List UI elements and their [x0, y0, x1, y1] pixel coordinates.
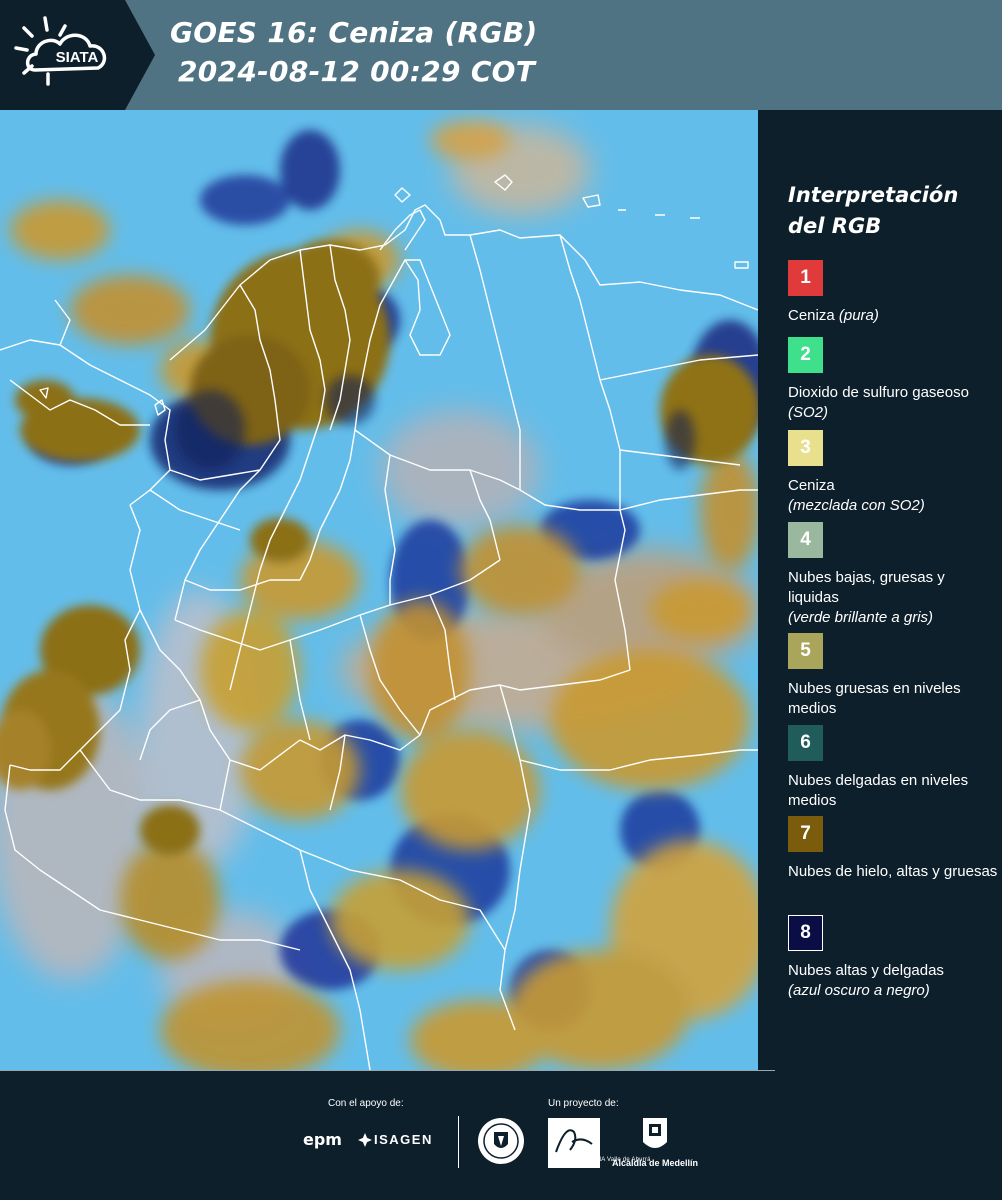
university-seal-icon: [478, 1118, 524, 1164]
legend-note-3: (mezclada con SO2): [788, 497, 925, 514]
legend-item-5: 5 Nubes gruesas en niveles medios: [788, 633, 998, 719]
support-label: Con el apoyo de:: [328, 1098, 404, 1109]
siata-logo-text: SIATA: [56, 49, 99, 66]
legend-item-2: 2 Dioxido de sulfuro gaseoso (SO2): [788, 337, 998, 423]
legend-item-3: 3 Ceniza (mezclada con SO2): [788, 430, 998, 516]
legend-swatch-7: 7: [788, 816, 823, 852]
legend-swatch-2: 2: [788, 337, 823, 373]
legend-label-4: Nubes bajas, gruesas y liquidas: [788, 569, 945, 606]
epm-logo: epm: [303, 1130, 342, 1149]
legend-label-8: Nubes altas y delgadas: [788, 962, 944, 979]
alcaldia-shield-icon: [643, 1118, 667, 1148]
legend-title: Interpretación del RGB: [788, 183, 959, 238]
legend-swatch-3: 3: [788, 430, 823, 466]
legend-label-7: Nubes de hielo, altas y gruesas: [788, 863, 998, 880]
legend-label-1: Ceniza: [788, 307, 835, 324]
siata-logo: SIATA: [0, 0, 155, 110]
legend-swatch-6: 6: [788, 725, 823, 761]
isagen-logo: ISAGEN: [374, 1132, 433, 1147]
legend-item-8: 8 Nubes altas y delgadas (azul oscuro a n…: [788, 915, 998, 1001]
product-title: GOES 16: Ceniza (RGB): [170, 16, 538, 49]
legend-label-3: Ceniza: [788, 477, 835, 494]
legend-item-4: 4 Nubes bajas, gruesas y liquidas (verde …: [788, 522, 998, 628]
isagen-mark-icon: [358, 1133, 372, 1147]
header-banner: SIATA GOES 16: Ceniza (RGB) 2024-08-12 0…: [0, 0, 1002, 110]
legend-label-6: Nubes delgadas en niveles medios: [788, 772, 969, 809]
legend-label-5: Nubes gruesas en niveles medios: [788, 680, 961, 717]
footer-rule: [0, 1070, 775, 1071]
legend-note-2: (SO2): [788, 404, 829, 421]
legend-swatch-1: 1: [788, 260, 823, 296]
project-label: Un proyecto de:: [548, 1098, 619, 1109]
legend-swatch-5: 5: [788, 633, 823, 669]
legend-item-7: 7 Nubes de hielo, altas y gruesas: [788, 816, 998, 882]
product-timestamp: 2024-08-12 00:29 COT: [178, 55, 536, 88]
legend-note-8: (azul oscuro a negro): [788, 982, 930, 999]
footer: Con el apoyo de: Un proyecto de: epm ISA…: [0, 1070, 1002, 1200]
legend-label-2: Dioxido de sulfuro gaseoso: [788, 384, 969, 401]
legend-swatch-4: 4: [788, 522, 823, 558]
legend-note-1: (pura): [838, 307, 879, 324]
legend-item-6: 6 Nubes delgadas en niveles medios: [788, 725, 998, 811]
satellite-ash-rgb-map: [0, 110, 758, 1070]
rgb-legend: Interpretación del RGB 1 Ceniza (pura) 2…: [758, 110, 1002, 1070]
footer-divider: [458, 1116, 459, 1168]
legend-item-1: 1 Ceniza (pura): [788, 260, 998, 326]
legend-swatch-8: 8: [788, 915, 823, 951]
alcaldia-label: Alcaldía de Medellín: [612, 1158, 699, 1168]
legend-note-4: (verde brillante a gris): [788, 609, 934, 626]
